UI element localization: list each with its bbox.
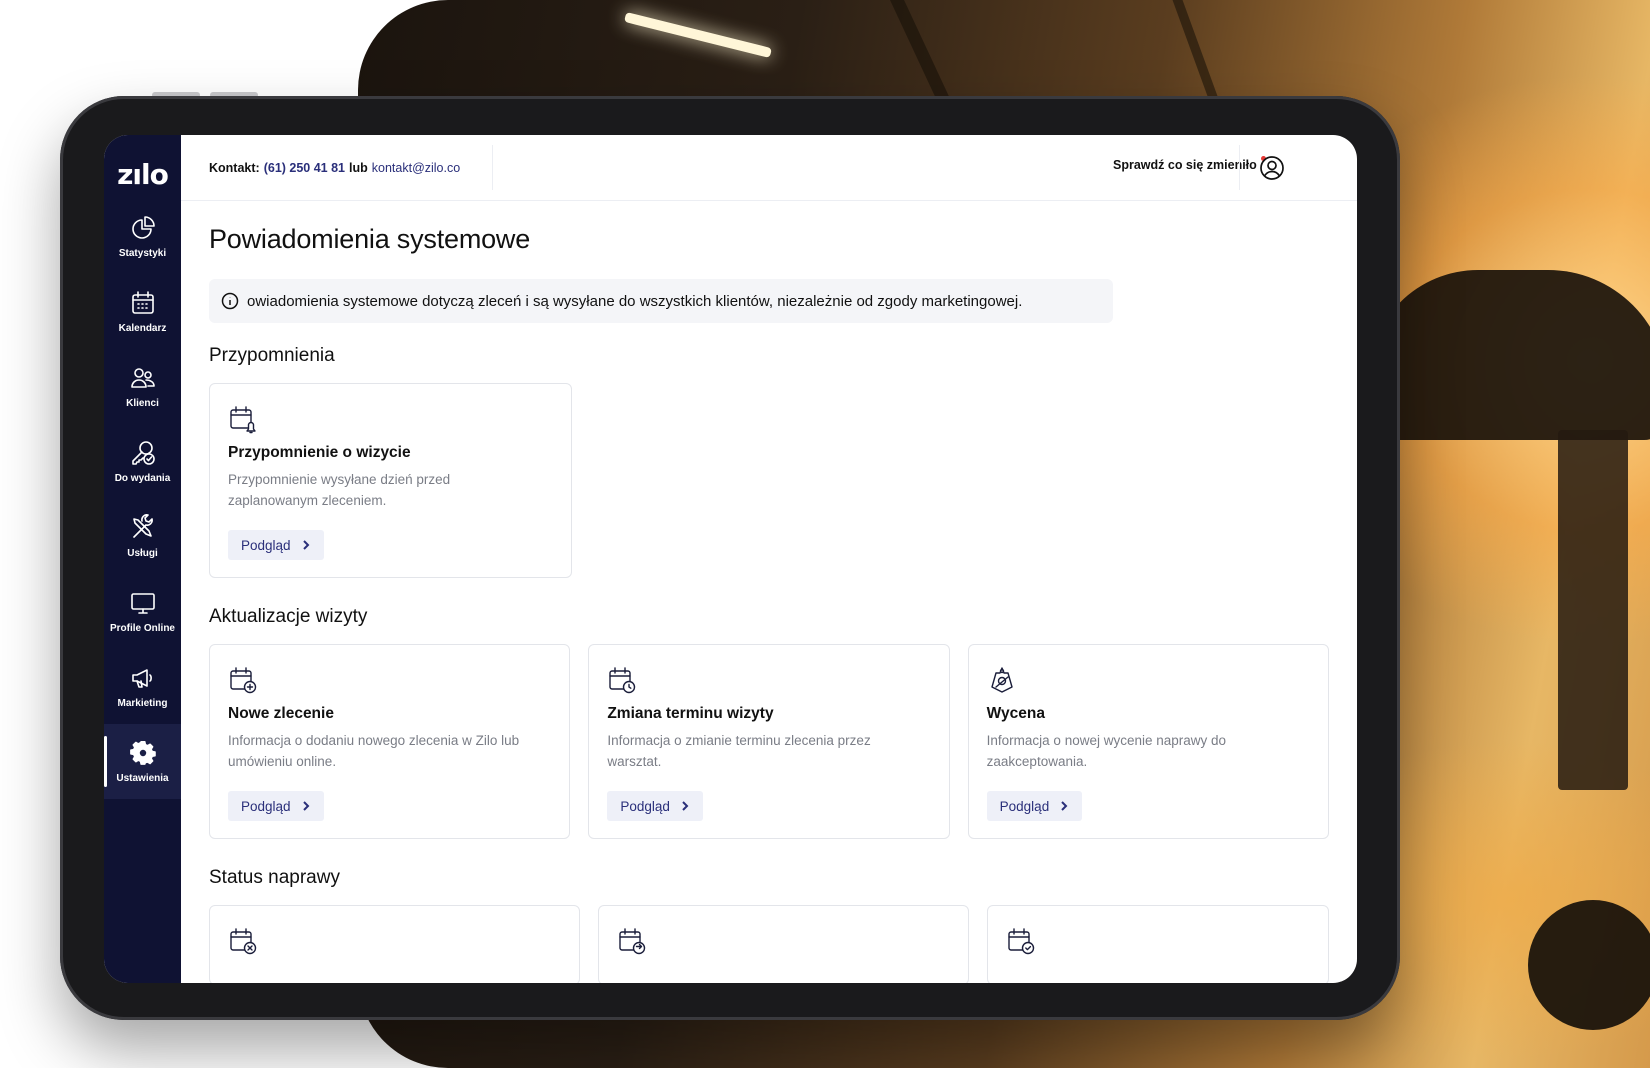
info-text: owiadomienia systemowe dotyczą zleceń i … bbox=[247, 292, 1023, 310]
info-banner: owiadomienia systemowe dotyczą zleceń i … bbox=[209, 279, 1113, 323]
calendar-arrow-icon bbox=[617, 926, 647, 956]
preview-button[interactable]: Podgląd bbox=[607, 791, 703, 821]
preview-label: Podgląd bbox=[620, 798, 670, 814]
page-content: Powiadomienia systemowe owiadomienia sys… bbox=[181, 201, 1357, 983]
sidebar-item-label: Markieting bbox=[117, 698, 168, 709]
sidebar-item-kalendarz[interactable]: Kalendarz bbox=[104, 274, 181, 349]
zilo-logo[interactable]: zılo bbox=[117, 149, 169, 199]
divider bbox=[492, 145, 493, 190]
notification-card: Przypomnienie o wizycie Przypomnienie wy… bbox=[209, 383, 572, 578]
card-title: Przypomnienie o wizycie bbox=[228, 444, 411, 461]
chevron-right-icon bbox=[682, 801, 689, 811]
section-title-repair-status: Status naprawy bbox=[209, 867, 340, 888]
monitor-icon bbox=[130, 593, 155, 614]
preview-label: Podgląd bbox=[241, 537, 291, 553]
card-description: Informacja o nowej wycenie naprawy do za… bbox=[986, 733, 1227, 769]
card-description: Informacja o zmianie terminu zlecenia pr… bbox=[607, 733, 871, 769]
calendar-check-icon bbox=[1006, 926, 1036, 956]
calendar-clock-icon bbox=[607, 665, 637, 695]
sidebar-item-label: Ustawienia bbox=[116, 773, 169, 784]
ceiling-light bbox=[624, 12, 772, 58]
notification-card bbox=[986, 905, 1329, 983]
tablet-screen: zılo Statystyki Kalendarz Klienci Do wyd… bbox=[104, 135, 1357, 983]
preview-button[interactable]: Podgląd bbox=[986, 791, 1083, 821]
whats-new-label: Sprawdź co się zmieniło bbox=[1113, 158, 1257, 172]
section-title-visit-updates: Aktualizacje wizyty bbox=[209, 606, 368, 627]
sidebar-item-uslugi[interactable]: Usługi bbox=[104, 499, 181, 574]
preview-label: Podgląd bbox=[999, 798, 1050, 814]
cards-visit-updates: Nowe zlecenie Informacja o dodaniu noweg… bbox=[209, 644, 1329, 839]
sidebar-item-statystyki[interactable]: Statystyki bbox=[104, 199, 181, 274]
card-description: Informacja o dodaniu nowego zlecenia w Z… bbox=[228, 733, 520, 769]
contact-email-link[interactable]: kontakt@zilo.co bbox=[372, 161, 460, 175]
main-content: Kontakt: (61) 250 41 81 lub kontakt@zilo… bbox=[181, 135, 1357, 983]
preview-label: Podgląd bbox=[241, 798, 291, 814]
card-title: Nowe zlecenie bbox=[228, 705, 334, 722]
notification-card: Zmiana terminu wizyty Informacja o zmian… bbox=[588, 644, 950, 839]
megaphone-icon bbox=[131, 669, 152, 688]
key-check-icon bbox=[131, 441, 155, 465]
sidebar-item-klienci[interactable]: Klienci bbox=[104, 349, 181, 424]
card-title: Wycena bbox=[986, 705, 1045, 722]
sidebar: zılo Statystyki Kalendarz Klienci Do wyd… bbox=[104, 135, 181, 983]
sidebar-item-label: Profile Online bbox=[109, 623, 175, 634]
sidebar-item-label: Usługi bbox=[127, 548, 158, 559]
price-tag-icon bbox=[987, 665, 1017, 695]
sidebar-item-label: Statystyki bbox=[118, 248, 167, 259]
contact-phone-link[interactable]: (61) 250 41 81 bbox=[264, 161, 345, 175]
calendar-bell-icon bbox=[228, 404, 258, 434]
divider bbox=[1239, 145, 1240, 190]
card-title: Zmiana terminu wizyty bbox=[607, 705, 774, 722]
sidebar-item-label: Kalendarz bbox=[118, 323, 167, 334]
user-account-button[interactable] bbox=[1259, 155, 1285, 181]
user-circle-icon bbox=[1260, 156, 1284, 180]
gear-icon bbox=[129, 741, 156, 765]
sidebar-item-label: Do wydania bbox=[114, 473, 171, 484]
sidebar-item-profile-online[interactable]: Profile Online bbox=[104, 574, 181, 649]
sidebar-item-ustawienia[interactable]: Ustawienia bbox=[104, 724, 181, 799]
preview-button[interactable]: Podgląd bbox=[228, 530, 324, 560]
section-title-reminders: Przypomnienia bbox=[209, 345, 335, 366]
contact-label: Kontakt: bbox=[209, 160, 260, 175]
tools-icon bbox=[132, 514, 153, 538]
tire-silhouette bbox=[1528, 900, 1650, 1030]
contact-or-text: lub bbox=[349, 160, 368, 175]
car-silhouette bbox=[1368, 270, 1650, 440]
page-title: Powiadomienia systemowe bbox=[209, 224, 531, 254]
chevron-right-icon bbox=[1061, 801, 1068, 811]
notification-card bbox=[209, 905, 580, 983]
preview-button[interactable]: Podgląd bbox=[228, 791, 324, 821]
topbar: Kontakt: (61) 250 41 81 lub kontakt@zilo… bbox=[181, 135, 1357, 201]
cards-reminders: Przypomnienie o wizycie Przypomnienie wy… bbox=[209, 383, 1329, 578]
whats-new-link[interactable]: Sprawdź co się zmieniło bbox=[1113, 156, 1266, 172]
car-lift bbox=[1558, 430, 1628, 790]
users-icon bbox=[130, 368, 155, 388]
sidebar-item-label: Klienci bbox=[126, 398, 159, 409]
pie-chart-icon bbox=[131, 216, 155, 239]
chevron-right-icon bbox=[302, 801, 309, 811]
notification-card bbox=[597, 905, 969, 983]
stage: zılo Statystyki Kalendarz Klienci Do wyd… bbox=[0, 0, 1650, 1068]
cards-repair-status bbox=[209, 905, 1329, 983]
sidebar-item-markieting[interactable]: Markieting bbox=[104, 649, 181, 724]
calendar-plus-icon bbox=[228, 665, 258, 695]
contact-info: Kontakt: (61) 250 41 81 lub kontakt@zilo… bbox=[209, 161, 460, 175]
notification-card: Nowe zlecenie Informacja o dodaniu noweg… bbox=[209, 644, 571, 839]
info-icon bbox=[221, 292, 239, 310]
notification-card: Wycena Informacja o nowej wycenie napraw… bbox=[967, 644, 1329, 839]
sidebar-item-do-wydania[interactable]: Do wydania bbox=[104, 424, 181, 499]
calendar-x-icon bbox=[228, 926, 258, 956]
calendar-icon bbox=[131, 291, 154, 314]
chevron-right-icon bbox=[302, 540, 309, 550]
card-description: Przypomnienie wysyłane dzień przed zapla… bbox=[228, 472, 451, 508]
